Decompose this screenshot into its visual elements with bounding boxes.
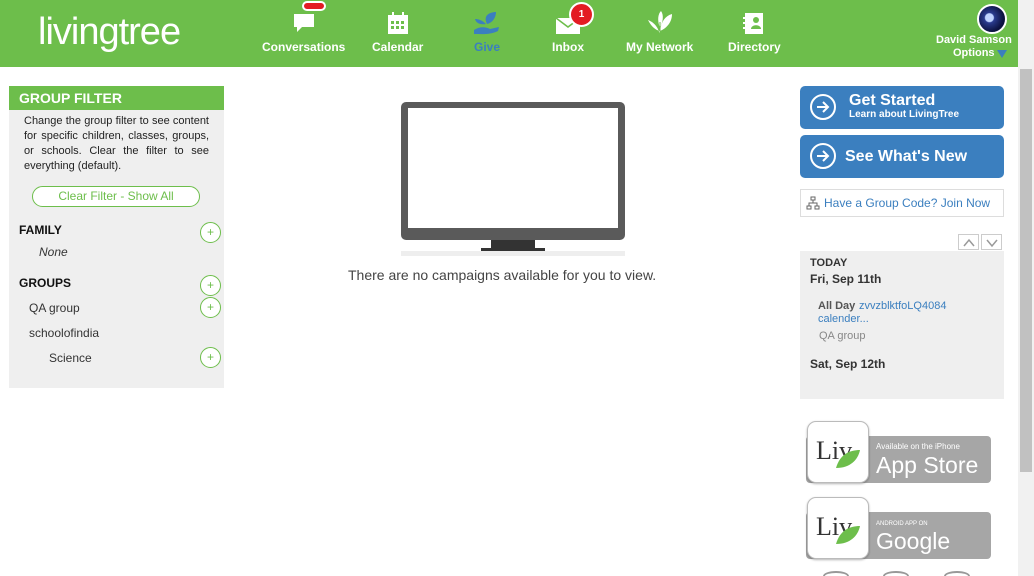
contact-card-icon <box>743 13 764 34</box>
monitor-icon <box>401 102 625 256</box>
user-options-link[interactable]: Options <box>953 47 995 59</box>
livingtree-app-icon: Liv <box>807 421 869 483</box>
conversations-badge <box>302 1 326 11</box>
nav-conversations[interactable]: Conversations <box>262 10 345 54</box>
calendar-next-button[interactable] <box>981 234 1002 250</box>
inbox-count-badge: 1 <box>569 2 594 27</box>
group-item-schoolofindia[interactable]: schoolofindia <box>29 326 99 340</box>
calendar-date-1: Fri, Sep 11th <box>810 272 882 286</box>
google-play-big-text: Google play <box>876 528 951 576</box>
nav-give[interactable]: Give <box>472 10 502 54</box>
get-started-subtitle: Learn about LivingTree <box>849 109 960 120</box>
app-store-small-text: Available on the iPhone <box>876 442 960 451</box>
logo-text: livingtree <box>38 11 181 53</box>
nav-give-label: Give <box>473 40 500 54</box>
app-store-badge[interactable]: Liv Available on the iPhone App Store <box>806 421 992 483</box>
group-item-qa-group[interactable]: QA group <box>29 301 80 315</box>
google-play-badge[interactable]: Liv ANDROID APP ON Google play <box>806 497 992 576</box>
group-filter-panel: GROUP FILTER Change the group filter to … <box>9 86 224 388</box>
arrow-right-circle-icon <box>810 143 836 169</box>
social-icon-partial[interactable] <box>883 571 909 576</box>
app-store-big-text: App Store <box>876 452 979 478</box>
see-whats-new-button[interactable]: See What's New <box>800 135 1004 178</box>
family-section-label: FAMILY <box>19 223 62 237</box>
user-name: David Samson <box>936 34 1012 46</box>
today-label: TODAY <box>810 257 848 269</box>
calendar-prev-button[interactable] <box>958 234 979 250</box>
nav-conversations-label: Conversations <box>262 40 346 54</box>
google-play-small-text: ANDROID APP ON <box>876 521 928 527</box>
group-filter-title: GROUP FILTER <box>9 86 224 110</box>
group-code-text: Have a Group Code? Join Now <box>824 196 991 210</box>
add-groups-button[interactable]: + <box>200 275 221 296</box>
get-started-title: Get Started <box>849 92 936 109</box>
empty-campaigns-message: There are no campaigns available for you… <box>348 267 657 283</box>
user-avatar[interactable] <box>977 4 1007 34</box>
giving-hand-icon <box>474 12 499 35</box>
nav-my-network[interactable]: My Network <box>626 10 693 54</box>
nav-calendar[interactable]: Calendar <box>372 10 423 54</box>
groups-section-label: GROUPS <box>19 276 72 290</box>
add-family-button[interactable]: + <box>200 222 221 243</box>
add-qa-group-button[interactable]: + <box>200 297 221 318</box>
livingtree-logo[interactable]: livingtree <box>38 8 181 56</box>
group-item-science[interactable]: Science <box>49 351 92 365</box>
nav-calendar-label: Calendar <box>372 40 424 54</box>
livingtree-app-icon: Liv <box>807 497 869 559</box>
nav-my-network-label: My Network <box>626 40 694 54</box>
org-chart-icon <box>806 196 820 210</box>
see-whats-new-title: See What's New <box>845 148 968 165</box>
leaf-icon <box>836 526 860 544</box>
nav-directory[interactable]: Directory <box>728 10 781 54</box>
group-code-link[interactable]: Have a Group Code? Join Now <box>800 189 1004 217</box>
calendar-date-2: Sat, Sep 12th <box>810 357 886 371</box>
family-none-text: None <box>39 245 68 259</box>
add-science-button[interactable]: + <box>200 347 221 368</box>
social-icon-partial[interactable] <box>944 571 970 576</box>
arrow-right-circle-icon <box>810 94 836 120</box>
event-all-day-label: All Day <box>818 300 856 312</box>
event-group-label: QA group <box>819 330 866 342</box>
calendar-icon <box>387 12 408 34</box>
top-header: livingtree Conversations Calendar Give I… <box>0 0 1018 67</box>
chat-bubble-icon <box>293 14 314 32</box>
leaf-icon <box>836 450 860 468</box>
options-dropdown-icon[interactable] <box>997 50 1007 58</box>
group-filter-description: Change the group filter to see content f… <box>24 115 209 172</box>
nav-inbox-label: Inbox <box>552 40 584 54</box>
upcoming-events-panel: TODAY Fri, Sep 11th All Day zvvzblktfoLQ… <box>800 251 1004 399</box>
event-title-link[interactable]: zvvzblktfoLQ4084 <box>859 300 946 312</box>
scrollbar-thumb[interactable] <box>1020 69 1032 472</box>
chevron-down-icon <box>986 239 998 248</box>
get-started-button[interactable]: Get Started Learn about LivingTree <box>800 86 1004 129</box>
nav-directory-label: Directory <box>728 40 781 54</box>
leaf-network-icon <box>647 11 672 35</box>
social-icon-partial[interactable] <box>823 571 849 576</box>
event-title-continued[interactable]: calender... <box>818 313 869 325</box>
chevron-up-icon <box>963 238 975 247</box>
clear-filter-button[interactable]: Clear Filter - Show All <box>32 186 200 207</box>
